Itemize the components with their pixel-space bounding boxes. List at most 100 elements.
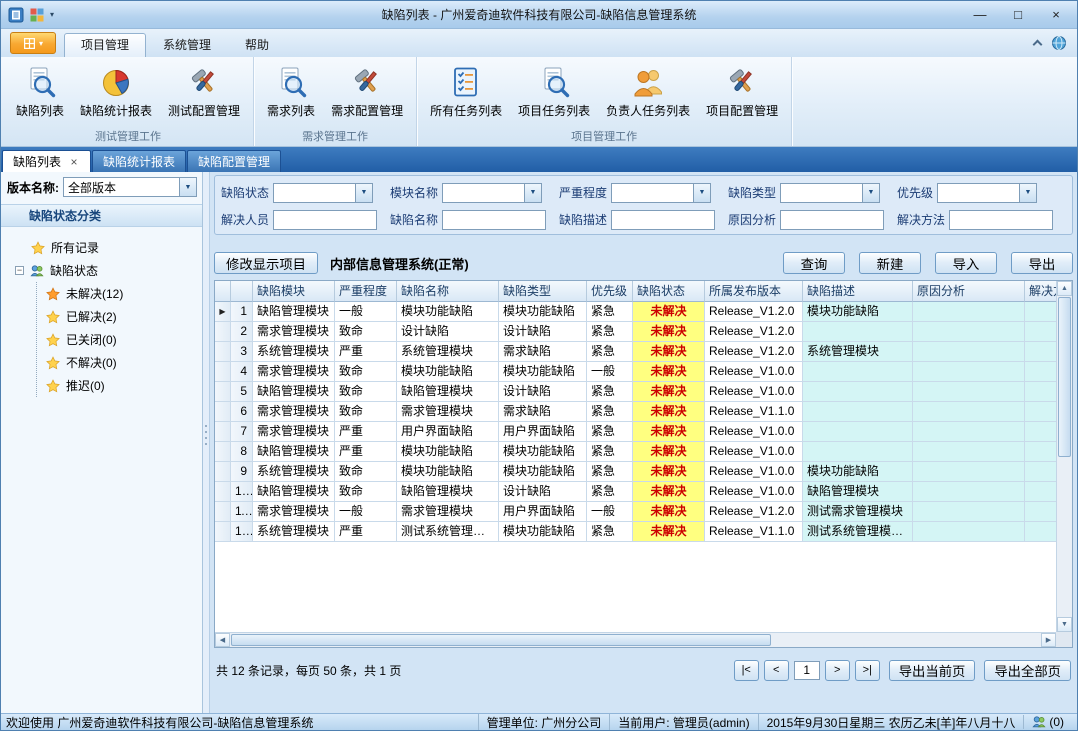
grid-cell[interactable]: 测试需求管理模块 [803,502,913,522]
grid-cell[interactable]: 未解决 [633,502,705,522]
ribbon-tab-system-management[interactable]: 系统管理 [146,33,228,57]
filter-priority-combo[interactable]: ▼ [937,183,1037,203]
filter-defect-desc-input[interactable] [611,210,715,230]
grid-column-header[interactable]: 缺陷模块 [253,281,335,302]
horizontal-scroll-thumb[interactable] [231,634,771,646]
new-button[interactable]: 新建 [859,252,921,274]
filter-severity-combo[interactable]: ▼ [611,183,711,203]
grid-cell[interactable] [803,382,913,402]
table-row[interactable]: 5缺陷管理模块致命缺陷管理模块设计缺陷紧急未解决Release_V1.0.0 [215,382,1056,402]
grid-cell[interactable]: 一般 [587,362,633,382]
ribbon-button-test-config[interactable]: 测试配置管理 [160,60,248,121]
vertical-scroll-thumb[interactable] [1058,297,1071,457]
grid-cell[interactable]: 未解决 [633,402,705,422]
dropdown-arrow-icon[interactable]: ▼ [179,178,196,196]
grid-cell[interactable]: 设计缺陷 [397,322,499,342]
collapse-toggle-icon[interactable]: − [15,266,24,275]
grid-cell[interactable]: 紧急 [587,442,633,462]
grid-cell[interactable]: 缺陷管理模块 [253,382,335,402]
maximize-button[interactable]: □ [1007,7,1029,22]
table-row[interactable]: 2需求管理模块致命设计缺陷设计缺陷紧急未解决Release_V1.2.0 [215,322,1056,342]
export-button[interactable]: 导出 [1011,252,1073,274]
grid-cell[interactable]: 未解决 [633,522,705,542]
grid-cell[interactable]: 需求管理模块 [397,402,499,422]
scroll-down-icon[interactable]: ▼ [1057,617,1072,632]
application-menu-button[interactable]: ▾ [10,32,56,54]
grid-cell[interactable]: 模块功能缺陷 [803,302,913,322]
grid-cell[interactable]: 未解决 [633,322,705,342]
grid-cell[interactable]: Release_V1.0.0 [705,362,803,382]
dropdown-arrow-icon[interactable]: ▼ [524,184,541,202]
grid-cell[interactable]: 未解决 [633,482,705,502]
grid-cell[interactable]: 系统管理模块 [397,342,499,362]
grid-cell[interactable]: 未解决 [633,422,705,442]
grid-cell[interactable]: 模块功能缺陷 [499,522,587,542]
grid-cell[interactable]: Release_V1.1.0 [705,402,803,422]
grid-cell[interactable]: 模块功能缺陷 [397,362,499,382]
grid-cell[interactable]: 需求管理模块 [253,322,335,342]
grid-cell[interactable]: 致命 [335,402,397,422]
grid-cell[interactable]: 测试系统管理模块... [803,522,913,542]
grid-cell[interactable]: 需求管理模块 [253,502,335,522]
table-row[interactable]: 4需求管理模块致命模块功能缺陷模块功能缺陷一般未解决Release_V1.0.0 [215,362,1056,382]
grid-cell[interactable]: 需求管理模块 [253,402,335,422]
grid-cell[interactable]: 严重 [335,422,397,442]
grid-cell[interactable]: 模块功能缺陷 [397,302,499,322]
grid-cell[interactable]: 模块功能缺陷 [803,462,913,482]
dropdown-arrow-icon[interactable]: ▼ [862,184,879,202]
grid-cell[interactable] [1025,422,1056,442]
filter-solution-input[interactable] [949,210,1053,230]
grid-cell[interactable]: 未解决 [633,342,705,362]
filter-resolver-input[interactable] [273,210,377,230]
grid-cell[interactable] [803,322,913,342]
grid-cell[interactable]: 缺陷管理模块 [397,482,499,502]
grid-cell[interactable]: Release_V1.0.0 [705,462,803,482]
dropdown-arrow-icon[interactable]: ▼ [1019,184,1036,202]
table-row[interactable]: 7需求管理模块严重用户界面缺陷用户界面缺陷紧急未解决Release_V1.0.0 [215,422,1056,442]
grid-cell[interactable]: 模块功能缺陷 [499,362,587,382]
grid-cell[interactable] [1025,462,1056,482]
ribbon-button-requirement-config[interactable]: 需求配置管理 [323,60,411,121]
grid-cell[interactable]: 紧急 [587,422,633,442]
doc-tab-defect-list[interactable]: 缺陷列表 × [2,150,91,172]
grid-cell[interactable]: 严重 [335,342,397,362]
grid-cell[interactable] [1025,342,1056,362]
grid-column-header[interactable]: 严重程度 [335,281,397,302]
version-select[interactable]: 全部版本 ▼ [63,177,197,197]
grid-cell[interactable]: 需求管理模块 [253,422,335,442]
close-button[interactable]: × [1045,7,1067,22]
filter-cause-analysis-input[interactable] [780,210,884,230]
vertical-scrollbar[interactable]: ▲ ▼ [1056,281,1072,632]
grid-cell[interactable]: 紧急 [587,382,633,402]
grid-column-header[interactable]: 缺陷状态 [633,281,705,302]
grid-cell[interactable]: 设计缺陷 [499,382,587,402]
grid-cell[interactable]: 用户界面缺陷 [499,502,587,522]
ribbon-button-requirement-list[interactable]: 需求列表 [259,60,323,121]
grid-cell[interactable] [913,342,1025,362]
grid-column-header[interactable]: 解决方法 [1025,281,1056,302]
scroll-left-icon[interactable]: ◀ [215,633,230,647]
ribbon-button-defect-list[interactable]: 缺陷列表 [8,60,72,121]
scroll-right-icon[interactable]: ▶ [1041,633,1056,647]
grid-cell[interactable] [803,422,913,442]
app-icon[interactable] [8,7,24,23]
grid-cell[interactable]: 系统管理模块 [253,522,335,542]
online-users-icon[interactable] [1032,715,1046,729]
grid-cell[interactable]: 紧急 [587,322,633,342]
filter-defect-status-combo[interactable]: ▼ [273,183,373,203]
grid-cell[interactable]: 未解决 [633,462,705,482]
grid-cell[interactable] [913,402,1025,422]
modify-display-items-button[interactable]: 修改显示项目 [214,252,318,274]
grid-cell[interactable]: Release_V1.0.0 [705,442,803,462]
grid-cell[interactable]: 紧急 [587,402,633,422]
table-row[interactable]: 3系统管理模块严重系统管理模块需求缺陷紧急未解决Release_V1.2.0系统… [215,342,1056,362]
tree-item-closed[interactable]: 已关闭(0) [37,328,198,351]
grid-cell[interactable]: 系统管理模块 [803,342,913,362]
grid-cell[interactable]: 严重 [335,442,397,462]
grid-column-header[interactable]: 缺陷描述 [803,281,913,302]
grid-cell[interactable]: 缺陷管理模块 [253,442,335,462]
grid-cell[interactable]: 紧急 [587,522,633,542]
grid-column-header[interactable]: 所属发布版本 [705,281,803,302]
grid-cell[interactable]: 紧急 [587,462,633,482]
horizontal-scrollbar[interactable]: ◀ ▶ [215,632,1056,647]
